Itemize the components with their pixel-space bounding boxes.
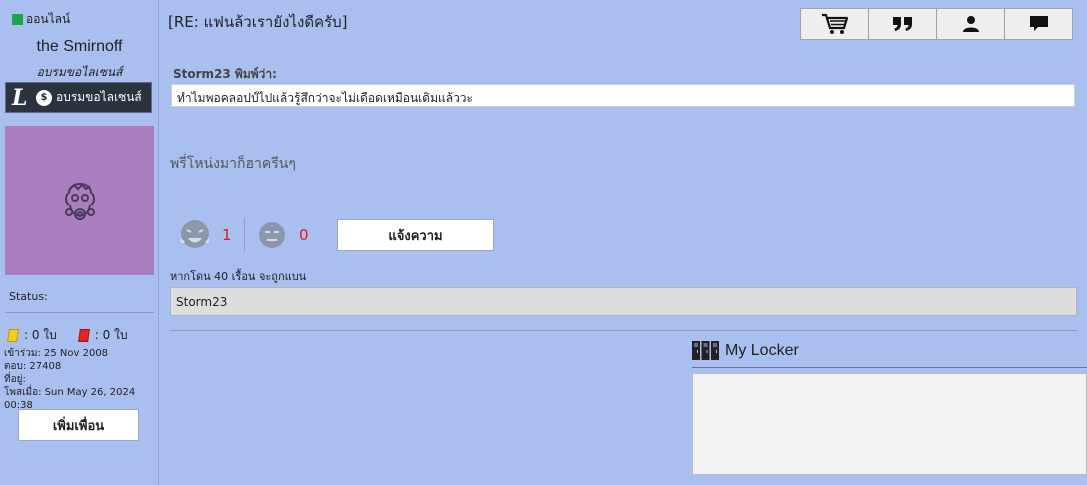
report-button[interactable]: แจ้งความ xyxy=(337,219,494,251)
reaction-separator xyxy=(244,218,245,252)
locker-underline xyxy=(692,367,1087,368)
status-label: Status: xyxy=(9,290,48,303)
rank-badge-label: อบรมขอไลเซนส์ xyxy=(56,90,142,104)
locker-content xyxy=(692,373,1087,475)
joined-date: เข้าร่วม: 25 Nov 2008 xyxy=(4,348,109,359)
quote-author: Storm23 พิมพ์ว่า: xyxy=(173,67,277,81)
quote-text: ทำไมพอคลอปป์ไปแล้วรู้สึกว่าจะไม่เดือดเหม… xyxy=(171,84,1075,107)
avatar[interactable] xyxy=(5,126,154,275)
online-status: ออนไลน์ xyxy=(12,10,70,29)
rank-badge: L $ อบรมขอไลเซนส์ xyxy=(5,82,152,113)
rank-logo-icon: L xyxy=(12,84,28,111)
card-counts: : 0 ใบ : 0 ใบ xyxy=(7,326,128,345)
location: ที่อยู่: xyxy=(4,374,26,385)
sidebar-divider xyxy=(5,312,154,313)
red-card-icon xyxy=(77,329,90,342)
post-count: ตอบ: 27408 xyxy=(4,361,62,372)
user-title: อบรมขอไลเซนส์ xyxy=(36,65,123,79)
user-sidebar: ออนไลน์ the Smirnoff อบรมขอไลเซนส์ L $ อ… xyxy=(0,0,159,485)
add-friend-button[interactable]: เพิ่มเพื่อน xyxy=(18,409,139,441)
signature-box: Storm23 xyxy=(170,287,1077,316)
red-card-count: : 0 ใบ xyxy=(94,328,128,342)
online-label: ออนไลน์ xyxy=(26,12,71,26)
post-title: [RE: แฟนล้วเรายังไงดีครับ] xyxy=(168,13,348,31)
user-icon xyxy=(962,16,979,32)
post-message: พรี่โหน่งมาก็ฮาครีนๆ xyxy=(170,156,296,172)
gas-mask-avatar-icon xyxy=(64,182,95,220)
ban-note: หากโดน 40 เรื้อน จะถูกแบน xyxy=(170,270,307,283)
yellow-card-icon xyxy=(7,329,19,342)
locker-title: My Locker xyxy=(725,341,799,359)
annoyed-face-icon xyxy=(259,222,285,248)
shop-button[interactable] xyxy=(800,8,869,40)
quote-icon xyxy=(892,17,912,31)
profile-button[interactable] xyxy=(936,8,1005,40)
rank-emblem-icon: $ xyxy=(36,89,52,106)
locker-header: My Locker xyxy=(692,341,799,360)
reactions: 1 0 xyxy=(178,218,319,252)
locker-icon xyxy=(692,341,719,360)
dislike-button[interactable] xyxy=(255,218,289,252)
dislike-count: 0 xyxy=(299,226,309,244)
post-divider xyxy=(170,330,1077,331)
user-stats: เข้าร่วม: 25 Nov 2008 ตอบ: 27408 ที่อยู่… xyxy=(4,347,158,412)
online-indicator-icon xyxy=(12,14,23,25)
yellow-card-count: : 0 ใบ xyxy=(24,328,57,342)
like-button[interactable] xyxy=(178,218,212,252)
quote-button[interactable] xyxy=(868,8,937,40)
username[interactable]: the Smirnoff xyxy=(0,38,159,56)
post-toolbar xyxy=(800,8,1073,40)
like-count: 1 xyxy=(222,226,232,244)
laughing-face-icon xyxy=(180,220,210,248)
message-icon xyxy=(1029,16,1048,31)
cart-icon xyxy=(821,13,848,34)
private-message-button[interactable] xyxy=(1004,8,1073,40)
